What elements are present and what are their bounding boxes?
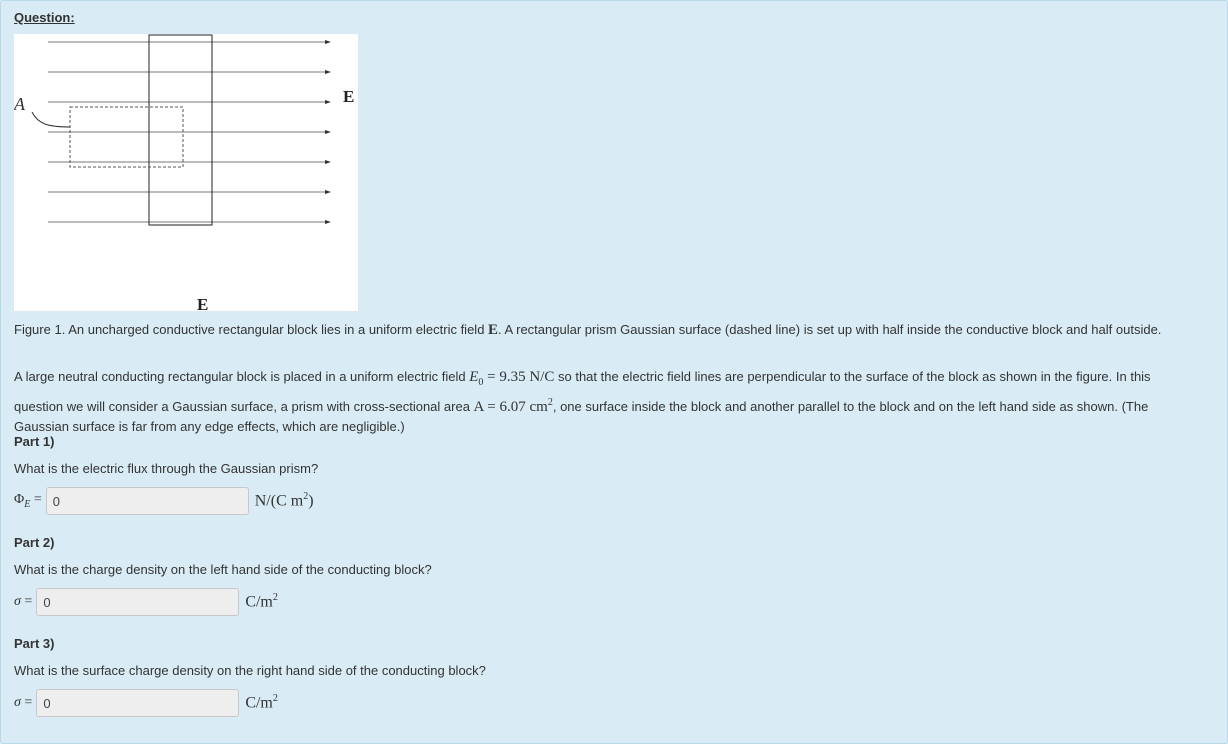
conducting-block [148,34,213,226]
part2-label: σ = [14,594,33,609]
part2-unit: C/m2 [245,592,278,611]
part2-question: What is the charge density on the left h… [14,562,432,577]
part3-label: σ = [14,695,33,710]
part3-answer-row: σ = C/m2 [14,688,278,718]
part1-question: What is the electric flux through the Ga… [14,461,319,476]
area-pointer [31,111,71,128]
part3-charge-density-input[interactable] [36,689,240,717]
field-label-bottom: E [197,295,208,311]
part3-unit: C/m2 [245,693,278,712]
gaussian-surface [69,106,184,168]
field-label-right: E [343,87,354,106]
field-lines [48,41,326,223]
part2-answer-row: σ = C/m2 [14,587,278,617]
figure-image: A E E [14,34,358,311]
problem-statement: A large neutral conducting rectangular b… [14,369,1151,434]
field-symbol: E [488,322,499,338]
part1-answer-row: ΦE = N/(C m2) [14,486,314,516]
part1-flux-input[interactable] [45,487,249,515]
question-label: Question: [14,10,75,25]
part3-title: Part 3) [14,636,55,651]
part3-question: What is the surface charge density on th… [14,663,486,678]
field-arrowheads [325,40,331,224]
e0-expression: E0 = 9.35 N/C [469,369,555,388]
area-expression: A = 6.07 cm2 [473,397,553,415]
part1-title: Part 1) [14,434,55,449]
part1-label: ΦE = [14,492,42,510]
area-label: A [14,94,26,114]
part2-charge-density-input[interactable] [36,588,240,616]
part2-title: Part 2) [14,535,55,550]
figure-caption: Figure 1. An uncharged conductive rectan… [14,322,1162,338]
part1-unit: N/(C m2) [254,491,314,510]
